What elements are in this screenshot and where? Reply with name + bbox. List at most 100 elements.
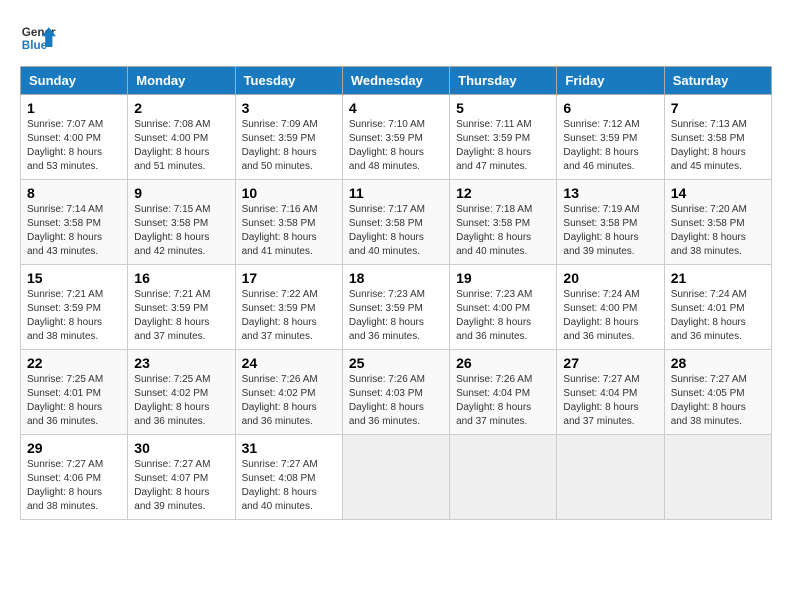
calendar-cell: 12 Sunrise: 7:18 AM Sunset: 3:58 PM Dayl… [450,180,557,265]
calendar-cell: 19 Sunrise: 7:23 AM Sunset: 4:00 PM Dayl… [450,265,557,350]
calendar-cell: 2 Sunrise: 7:08 AM Sunset: 4:00 PM Dayli… [128,95,235,180]
day-info: Sunrise: 7:21 AM Sunset: 3:59 PM Dayligh… [27,288,121,344]
calendar-week-2: 8 Sunrise: 7:14 AM Sunset: 3:58 PM Dayli… [21,180,772,265]
logo-icon: General Blue [20,20,56,56]
day-info: Sunrise: 7:09 AM Sunset: 3:59 PM Dayligh… [242,118,336,174]
calendar-week-1: 1 Sunrise: 7:07 AM Sunset: 4:00 PM Dayli… [21,95,772,180]
day-info: Sunrise: 7:27 AM Sunset: 4:07 PM Dayligh… [134,458,228,514]
day-info: Sunrise: 7:27 AM Sunset: 4:04 PM Dayligh… [563,373,657,429]
day-info: Sunrise: 7:13 AM Sunset: 3:58 PM Dayligh… [671,118,765,174]
calendar-cell: 11 Sunrise: 7:17 AM Sunset: 3:58 PM Dayl… [342,180,449,265]
day-info: Sunrise: 7:23 AM Sunset: 3:59 PM Dayligh… [349,288,443,344]
calendar-cell [342,435,449,520]
calendar-week-5: 29 Sunrise: 7:27 AM Sunset: 4:06 PM Dayl… [21,435,772,520]
calendar-cell: 7 Sunrise: 7:13 AM Sunset: 3:58 PM Dayli… [664,95,771,180]
weekday-header-friday: Friday [557,67,664,95]
calendar-cell: 15 Sunrise: 7:21 AM Sunset: 3:59 PM Dayl… [21,265,128,350]
day-number: 11 [349,185,443,201]
day-number: 4 [349,100,443,116]
day-info: Sunrise: 7:27 AM Sunset: 4:08 PM Dayligh… [242,458,336,514]
calendar-cell: 17 Sunrise: 7:22 AM Sunset: 3:59 PM Dayl… [235,265,342,350]
day-number: 20 [563,270,657,286]
weekday-header-saturday: Saturday [664,67,771,95]
calendar-cell: 22 Sunrise: 7:25 AM Sunset: 4:01 PM Dayl… [21,350,128,435]
calendar-cell: 3 Sunrise: 7:09 AM Sunset: 3:59 PM Dayli… [235,95,342,180]
day-number: 16 [134,270,228,286]
day-info: Sunrise: 7:10 AM Sunset: 3:59 PM Dayligh… [349,118,443,174]
day-info: Sunrise: 7:14 AM Sunset: 3:58 PM Dayligh… [27,203,121,259]
day-info: Sunrise: 7:16 AM Sunset: 3:58 PM Dayligh… [242,203,336,259]
calendar-cell: 27 Sunrise: 7:27 AM Sunset: 4:04 PM Dayl… [557,350,664,435]
calendar-cell: 14 Sunrise: 7:20 AM Sunset: 3:58 PM Dayl… [664,180,771,265]
day-number: 18 [349,270,443,286]
page-header: General Blue [20,20,772,56]
weekday-header-thursday: Thursday [450,67,557,95]
calendar-cell: 9 Sunrise: 7:15 AM Sunset: 3:58 PM Dayli… [128,180,235,265]
calendar-cell: 21 Sunrise: 7:24 AM Sunset: 4:01 PM Dayl… [664,265,771,350]
day-number: 10 [242,185,336,201]
day-info: Sunrise: 7:07 AM Sunset: 4:00 PM Dayligh… [27,118,121,174]
day-info: Sunrise: 7:20 AM Sunset: 3:58 PM Dayligh… [671,203,765,259]
weekday-header-monday: Monday [128,67,235,95]
day-number: 5 [456,100,550,116]
day-info: Sunrise: 7:26 AM Sunset: 4:03 PM Dayligh… [349,373,443,429]
calendar-cell: 8 Sunrise: 7:14 AM Sunset: 3:58 PM Dayli… [21,180,128,265]
weekday-header-sunday: Sunday [21,67,128,95]
day-number: 8 [27,185,121,201]
day-number: 12 [456,185,550,201]
day-info: Sunrise: 7:19 AM Sunset: 3:58 PM Dayligh… [563,203,657,259]
day-number: 29 [27,440,121,456]
calendar-cell: 28 Sunrise: 7:27 AM Sunset: 4:05 PM Dayl… [664,350,771,435]
calendar-cell: 25 Sunrise: 7:26 AM Sunset: 4:03 PM Dayl… [342,350,449,435]
day-info: Sunrise: 7:15 AM Sunset: 3:58 PM Dayligh… [134,203,228,259]
day-number: 14 [671,185,765,201]
calendar-cell: 1 Sunrise: 7:07 AM Sunset: 4:00 PM Dayli… [21,95,128,180]
day-info: Sunrise: 7:12 AM Sunset: 3:59 PM Dayligh… [563,118,657,174]
day-number: 3 [242,100,336,116]
weekday-header-row: SundayMondayTuesdayWednesdayThursdayFrid… [21,67,772,95]
calendar-cell: 5 Sunrise: 7:11 AM Sunset: 3:59 PM Dayli… [450,95,557,180]
weekday-header-tuesday: Tuesday [235,67,342,95]
logo: General Blue [20,20,56,56]
calendar-cell: 29 Sunrise: 7:27 AM Sunset: 4:06 PM Dayl… [21,435,128,520]
calendar-cell: 6 Sunrise: 7:12 AM Sunset: 3:59 PM Dayli… [557,95,664,180]
day-number: 1 [27,100,121,116]
day-number: 13 [563,185,657,201]
day-number: 15 [27,270,121,286]
day-number: 31 [242,440,336,456]
calendar-cell: 4 Sunrise: 7:10 AM Sunset: 3:59 PM Dayli… [342,95,449,180]
day-number: 23 [134,355,228,371]
calendar-cell [450,435,557,520]
day-info: Sunrise: 7:17 AM Sunset: 3:58 PM Dayligh… [349,203,443,259]
day-info: Sunrise: 7:18 AM Sunset: 3:58 PM Dayligh… [456,203,550,259]
day-number: 6 [563,100,657,116]
calendar-cell: 23 Sunrise: 7:25 AM Sunset: 4:02 PM Dayl… [128,350,235,435]
calendar-cell [557,435,664,520]
day-info: Sunrise: 7:26 AM Sunset: 4:04 PM Dayligh… [456,373,550,429]
calendar-cell: 16 Sunrise: 7:21 AM Sunset: 3:59 PM Dayl… [128,265,235,350]
day-number: 9 [134,185,228,201]
calendar-cell: 13 Sunrise: 7:19 AM Sunset: 3:58 PM Dayl… [557,180,664,265]
day-info: Sunrise: 7:21 AM Sunset: 3:59 PM Dayligh… [134,288,228,344]
calendar-cell: 26 Sunrise: 7:26 AM Sunset: 4:04 PM Dayl… [450,350,557,435]
day-number: 17 [242,270,336,286]
day-number: 28 [671,355,765,371]
day-info: Sunrise: 7:25 AM Sunset: 4:01 PM Dayligh… [27,373,121,429]
calendar-week-3: 15 Sunrise: 7:21 AM Sunset: 3:59 PM Dayl… [21,265,772,350]
calendar-cell: 20 Sunrise: 7:24 AM Sunset: 4:00 PM Dayl… [557,265,664,350]
day-info: Sunrise: 7:25 AM Sunset: 4:02 PM Dayligh… [134,373,228,429]
day-info: Sunrise: 7:22 AM Sunset: 3:59 PM Dayligh… [242,288,336,344]
day-number: 19 [456,270,550,286]
day-number: 26 [456,355,550,371]
day-info: Sunrise: 7:11 AM Sunset: 3:59 PM Dayligh… [456,118,550,174]
calendar-cell: 10 Sunrise: 7:16 AM Sunset: 3:58 PM Dayl… [235,180,342,265]
day-info: Sunrise: 7:23 AM Sunset: 4:00 PM Dayligh… [456,288,550,344]
day-number: 22 [27,355,121,371]
calendar-week-4: 22 Sunrise: 7:25 AM Sunset: 4:01 PM Dayl… [21,350,772,435]
day-number: 24 [242,355,336,371]
day-info: Sunrise: 7:27 AM Sunset: 4:06 PM Dayligh… [27,458,121,514]
day-number: 30 [134,440,228,456]
calendar-cell [664,435,771,520]
day-info: Sunrise: 7:27 AM Sunset: 4:05 PM Dayligh… [671,373,765,429]
day-number: 21 [671,270,765,286]
